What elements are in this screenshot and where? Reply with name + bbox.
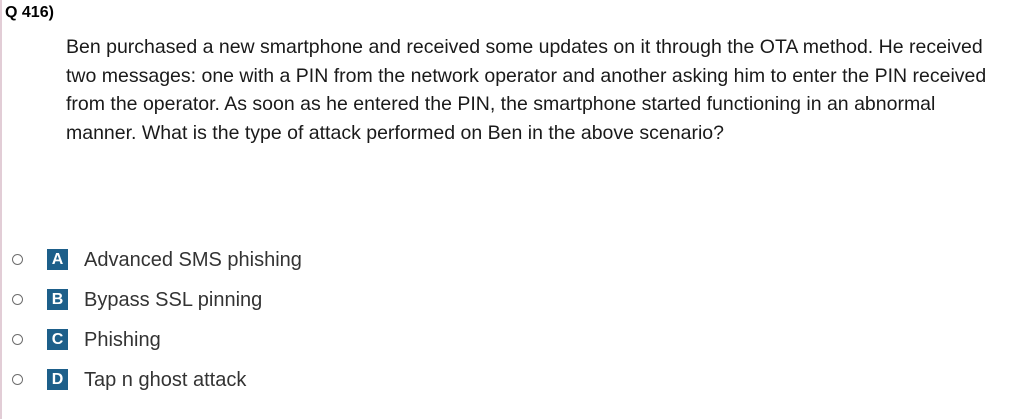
option-c-radio[interactable]: [12, 334, 23, 345]
option-b-label: Bypass SSL pinning: [84, 289, 263, 311]
option-b[interactable]: B Bypass SSL pinning: [0, 286, 600, 316]
option-d-label: Tap n ghost attack: [84, 369, 247, 391]
left-border: [0, 0, 2, 419]
option-c-letter-badge: C: [47, 329, 68, 350]
option-d-radio[interactable]: [12, 374, 23, 385]
option-d[interactable]: D Tap n ghost attack: [0, 366, 600, 396]
option-a-radio[interactable]: [12, 254, 23, 265]
option-a-label: Advanced SMS phishing: [84, 249, 302, 271]
option-d-letter-badge: D: [47, 369, 68, 390]
quiz-page: Q 416) Ben purchased a new smartphone an…: [0, 0, 1030, 419]
option-c[interactable]: C Phishing: [0, 326, 600, 356]
option-c-label: Phishing: [84, 329, 161, 351]
option-b-radio[interactable]: [12, 294, 23, 305]
option-b-letter-badge: B: [47, 289, 68, 310]
question-number: Q 416): [5, 4, 54, 21]
option-a[interactable]: A Advanced SMS phishing: [0, 246, 600, 276]
question-text: Ben purchased a new smartphone and recei…: [66, 36, 987, 144]
option-a-letter-badge: A: [47, 249, 68, 270]
